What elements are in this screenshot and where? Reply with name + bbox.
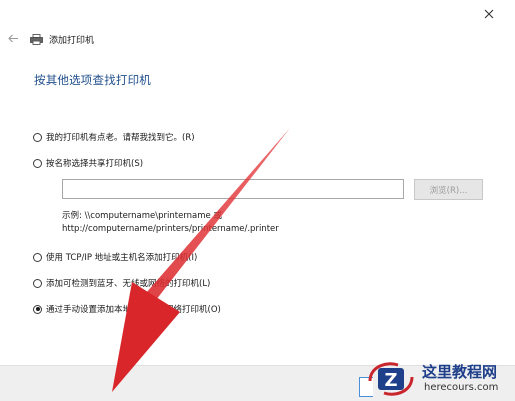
watermark-logo-icon: Z bbox=[368, 362, 414, 396]
radio-tcpip[interactable] bbox=[33, 252, 42, 262]
radio-bluetooth-wireless[interactable] bbox=[33, 278, 42, 288]
watermark-logo-letter: Z bbox=[384, 370, 397, 391]
option-bluetooth-wireless[interactable]: 添加可检测到蓝牙、无线或网络的打印机(L) bbox=[33, 277, 210, 289]
radio-shared-printer[interactable] bbox=[33, 158, 42, 168]
close-button[interactable] bbox=[474, 3, 504, 25]
option-printer-old[interactable]: 我的打印机有点老。请帮我找到它。(R) bbox=[33, 131, 195, 143]
page-heading: 按其他选项查找打印机 bbox=[34, 73, 151, 87]
dialog-header: 添加打印机 bbox=[30, 31, 94, 47]
example-text-line1: 示例: \\computername\printername 或 bbox=[62, 211, 222, 221]
option-label: 使用 TCP/IP 地址或主机名添加打印机(I) bbox=[46, 253, 198, 263]
watermark: Z 这里教程网 herecours.com bbox=[364, 357, 515, 400]
back-button[interactable] bbox=[4, 29, 22, 47]
option-label: 我的打印机有点老。请帮我找到它。(R) bbox=[46, 133, 195, 143]
option-label: 通过手动设置添加本地打印机或网络打印机(O) bbox=[46, 305, 221, 315]
option-label: 按名称选择共享打印机(S) bbox=[46, 159, 144, 169]
example-text-line2: http://computername/printers/printername… bbox=[62, 224, 279, 234]
watermark-title: 这里教程网 bbox=[422, 363, 498, 381]
browse-button[interactable]: 浏览(R)... bbox=[414, 179, 483, 200]
printer-icon bbox=[30, 33, 43, 45]
watermark-url: herecours.com bbox=[424, 382, 499, 393]
radio-manual-local[interactable] bbox=[33, 304, 42, 314]
option-shared-printer[interactable]: 按名称选择共享打印机(S) bbox=[33, 157, 143, 169]
shared-printer-name-input[interactable] bbox=[62, 179, 404, 199]
back-arrow-icon bbox=[7, 34, 18, 42]
annotation-arrow bbox=[112, 128, 290, 392]
option-manual-local[interactable]: 通过手动设置添加本地打印机或网络打印机(O) bbox=[33, 303, 221, 315]
option-tcpip[interactable]: 使用 TCP/IP 地址或主机名添加打印机(I) bbox=[33, 251, 197, 263]
radio-printer-old[interactable] bbox=[33, 132, 42, 142]
add-printer-dialog: 添加打印机 按其他选项查找打印机 我的打印机有点老。请帮我找到它。(R) 按名称… bbox=[0, 0, 515, 401]
option-label: 添加可检测到蓝牙、无线或网络的打印机(L) bbox=[46, 279, 211, 289]
dialog-title: 添加打印机 bbox=[49, 35, 95, 46]
close-icon bbox=[484, 9, 494, 19]
